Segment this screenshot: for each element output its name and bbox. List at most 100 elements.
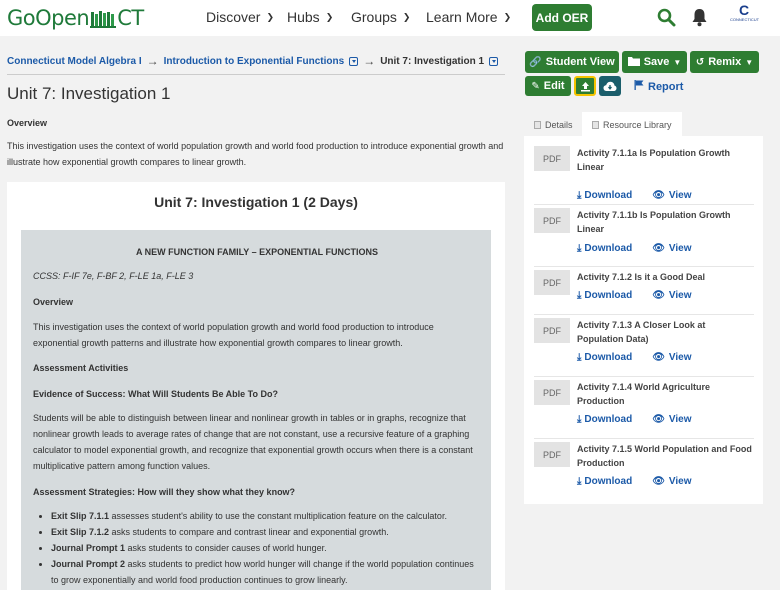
list-item: PDF Activity 7.1.3 A Closer Look at Popu… <box>534 318 754 370</box>
book-icon <box>90 9 117 28</box>
report-link[interactable]: Report <box>634 80 683 93</box>
ccss-standards: CCSS: F-IF 7e, F-BF 2, F-LE 1a, F-LE 3 <box>33 271 194 281</box>
resource-title[interactable]: Activity 7.1.1a Is Population Growth Lin… <box>577 146 754 174</box>
edit-button[interactable]: ✎ Edit <box>525 76 571 96</box>
download-icon: ⤓ <box>577 476 582 487</box>
flag-icon <box>634 80 644 93</box>
content-overview-text: This investigation uses the context of w… <box>33 322 434 348</box>
nav-hubs[interactable]: Hubs ❯ <box>287 9 333 25</box>
download-link[interactable]: ⤓ Download <box>577 290 632 301</box>
resource-library-panel: PDF Activity 7.1.1a Is Population Growth… <box>524 136 763 504</box>
document-icon <box>534 121 541 129</box>
list-item: Exit Slip 7.1.2 asks students to compare… <box>51 524 481 540</box>
dropdown-toggle-icon[interactable] <box>349 56 359 66</box>
upload-button[interactable] <box>574 76 596 96</box>
divider <box>534 204 754 205</box>
view-link[interactable]: 👁 View <box>652 290 691 301</box>
download-icon: ⤓ <box>577 190 582 201</box>
strategies-label: Assessment Strategies: How will they sho… <box>33 487 296 497</box>
resource-title[interactable]: Activity 7.1.4 World Agriculture Product… <box>577 380 754 408</box>
resource-title[interactable]: Activity 7.1.5 World Population and Food… <box>577 442 754 470</box>
save-label: Save <box>643 56 670 68</box>
caret-down-icon: ▼ <box>745 57 754 67</box>
organization-logo[interactable]: C CONNECTICUT <box>730 2 759 33</box>
bullet-bold: Exit Slip 7.1.1 <box>51 511 110 521</box>
resource-title[interactable]: Activity 7.1.2 Is it a Good Deal <box>577 270 754 284</box>
caret-down-icon: ▼ <box>673 57 682 67</box>
download-link[interactable]: ⤓ Download <box>577 352 632 363</box>
nav-groups[interactable]: Groups ❯ <box>351 9 410 25</box>
bell-icon[interactable] <box>691 8 708 32</box>
divider <box>534 438 754 439</box>
view-label: View <box>668 352 692 363</box>
breadcrumb-arrow: → <box>146 54 159 68</box>
download-link[interactable]: ⤓ Download <box>577 243 632 254</box>
content-overview-label: Overview <box>33 297 74 307</box>
breadcrumb-item-2[interactable]: Introduction to Exponential Functions <box>164 56 345 67</box>
save-button[interactable]: Save ▼ <box>622 51 687 73</box>
tab-details[interactable]: Details <box>524 112 583 138</box>
download-link[interactable]: ⤓ Download <box>577 414 632 425</box>
view-link[interactable]: 👁 View <box>652 352 691 363</box>
overview-text: This investigation uses the context of w… <box>7 141 504 167</box>
download-link[interactable]: ⤓ Download <box>577 476 632 487</box>
tab-resource-library[interactable]: Resource Library <box>582 112 682 138</box>
download-link[interactable]: ⤓ Download <box>577 190 632 201</box>
divider <box>534 266 754 267</box>
content-card: Unit 7: Investigation 1 (2 Days) A NEW F… <box>7 182 505 590</box>
download-icon: ⤓ <box>577 414 582 425</box>
folder-icon <box>627 56 640 69</box>
nav-discover[interactable]: Discover ❯ <box>206 9 274 25</box>
view-link[interactable]: 👁 View <box>652 190 691 201</box>
undo-icon: ↺ <box>695 56 705 68</box>
pdf-file-icon: PDF <box>534 270 570 295</box>
tab-details-label: Details <box>545 120 573 130</box>
dropdown-toggle-icon[interactable] <box>489 56 499 66</box>
student-view-button[interactable]: 🔗 Student View <box>525 51 619 73</box>
resource-links: ⤓ Download 👁 View <box>577 190 692 201</box>
resource-links: ⤓ Download 👁 View <box>577 476 692 487</box>
logo-text-left: GoOpen <box>7 6 90 30</box>
chevron-down-icon: ❯ <box>503 11 512 22</box>
cloud-download-button[interactable] <box>599 76 621 96</box>
list-item: Journal Prompt 2 asks students to predic… <box>51 556 481 588</box>
overview-label: Overview <box>7 118 48 128</box>
org-logo-letter: C <box>738 2 750 18</box>
breadcrumb: Connecticut Model Algebra I → Introducti… <box>7 54 499 68</box>
divider <box>534 376 754 377</box>
bullet-bold: Journal Prompt 2 <box>51 559 126 569</box>
resource-title[interactable]: Activity 7.1.1b Is Population Growth Lin… <box>577 208 754 236</box>
download-label: Download <box>584 290 633 301</box>
resource-title[interactable]: Activity 7.1.3 A Closer Look at Populati… <box>577 318 754 346</box>
eye-icon: 👁 <box>652 290 665 301</box>
assessment-label: Assessment Activities <box>33 363 129 373</box>
download-icon: ⤓ <box>577 243 582 254</box>
view-link[interactable]: 👁 View <box>652 476 691 487</box>
link-icon: 🔗 <box>529 56 542 68</box>
download-label: Download <box>584 190 633 201</box>
student-view-label: Student View <box>545 56 615 68</box>
cloud-download-icon <box>603 81 617 91</box>
remix-button[interactable]: ↺ Remix ▼ <box>690 51 759 73</box>
breadcrumb-arrow: → <box>363 54 376 68</box>
view-link[interactable]: 👁 View <box>652 243 691 254</box>
divider <box>7 74 505 75</box>
breadcrumb-item-1[interactable]: Connecticut Model Algebra I <box>7 56 142 67</box>
view-label: View <box>668 290 692 301</box>
nav-learn-more[interactable]: Learn More ❯ <box>426 9 511 25</box>
add-oer-button[interactable]: Add OER <box>532 4 592 31</box>
download-icon: ⤓ <box>577 352 582 363</box>
eye-icon: 👁 <box>652 352 665 363</box>
list-item: PDF Activity 7.1.1a Is Population Growth… <box>534 146 754 201</box>
list-item: PDF Activity 7.1.4 World Agriculture Pro… <box>534 380 754 432</box>
bullet-bold: Exit Slip 7.1.2 <box>51 527 110 537</box>
resource-links: ⤓ Download 👁 View <box>577 243 692 254</box>
nav-discover-label: Discover <box>206 9 261 25</box>
view-link[interactable]: 👁 View <box>652 414 691 425</box>
search-icon[interactable] <box>657 8 676 32</box>
site-logo[interactable]: GoOpen CT <box>7 6 144 30</box>
eye-icon: 👁 <box>652 243 665 254</box>
evidence-text: Students will be able to distinguish bet… <box>33 413 473 471</box>
resource-links: ⤓ Download 👁 View <box>577 352 692 363</box>
list-item: PDF Activity 7.1.2 Is it a Good Deal ⤓ Do… <box>534 270 754 310</box>
